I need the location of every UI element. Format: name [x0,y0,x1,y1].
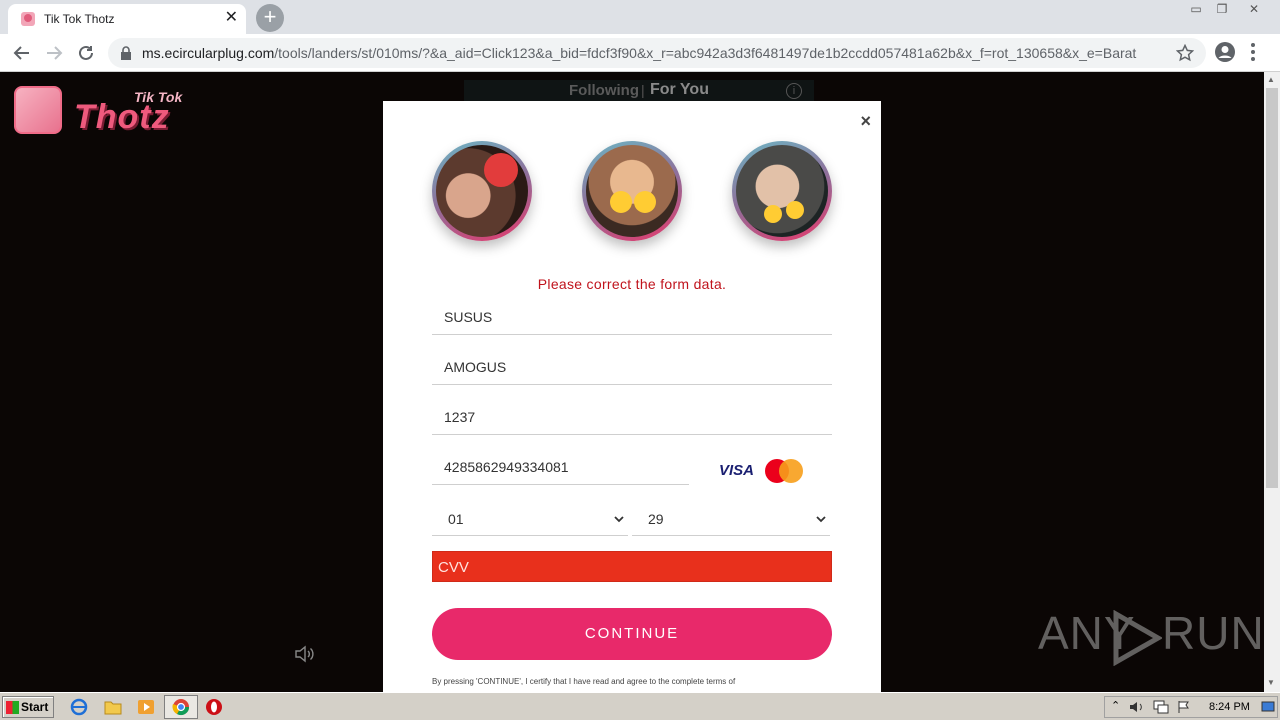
info-icon[interactable]: i [786,83,802,99]
network-icon[interactable] [1153,700,1169,714]
bookmark-star-icon[interactable] [1176,44,1194,62]
window-close-icon[interactable]: ✕ [1240,0,1268,18]
browser-tab[interactable]: Tik Tok Thotz ✕ [8,4,246,34]
chrome-icon [172,699,190,716]
opera-icon[interactable] [205,698,223,716]
reload-icon[interactable] [74,41,98,65]
profile-avatar-1 [432,141,532,241]
profile-avatar-2 [582,141,682,241]
speaker-icon[interactable] [294,644,316,664]
restore-icon[interactable]: ❐ [1208,0,1236,18]
form-error-message: Please correct the form data. [537,276,727,292]
page-scrollbar[interactable]: ▲ ▼ [1264,72,1280,692]
windows-taskbar: Start ⌃ 8:24 PM [0,692,1280,720]
terms-text: By pressing 'CONTINUE', I certify that I… [432,677,736,686]
tiktok-favicon-icon [21,12,35,26]
watermark-right: RUN [1162,607,1264,659]
zip-field[interactable]: 1237 [432,401,832,435]
start-label: Start [21,700,49,714]
logo-mascot [14,86,62,134]
profile-avatar-3 [732,141,832,241]
folder-icon[interactable] [104,698,122,716]
clock: 8:24 PM [1209,701,1250,713]
card-number-value: 4285862949334081 [444,459,569,475]
media-player-icon[interactable] [137,698,155,716]
profile-icon[interactable] [1214,41,1236,63]
visa-logo: VISA [719,462,755,479]
chevron-down-icon [816,516,826,523]
volume-icon[interactable] [1129,700,1145,714]
last-name-field[interactable]: AMOGUS [432,351,832,385]
forward-icon[interactable] [42,41,66,65]
feed-tabs: Following | For You i [464,80,814,102]
modal-close-icon[interactable]: × [860,111,871,132]
flag-icon[interactable] [1177,700,1191,714]
tab-separator: | [641,82,645,98]
tab-strip: Tik Tok Thotz ✕ + ▭ ❐ ✕ [0,0,1280,34]
scroll-up-icon[interactable]: ▲ [1267,75,1275,84]
scrollbar-thumb[interactable] [1266,88,1278,488]
card-number-field[interactable]: 4285862949334081 [432,451,689,485]
exp-month-select[interactable]: 01 [432,502,628,536]
zip-value: 1237 [444,409,476,425]
last-name-value: AMOGUS [444,359,507,375]
page-viewport: Tik Tok Thotz Following | For You i ANY … [0,72,1264,692]
first-name-value: SUSUS [444,309,493,325]
checkout-modal: × Please correct the form data. SUSUS AM… [383,101,881,692]
system-tray: ⌃ 8:24 PM [1104,696,1278,718]
exp-year-value: 29 [648,511,664,527]
continue-button[interactable]: CONTINUE [432,608,832,660]
site-logo[interactable]: Tik Tok Thotz [14,86,194,136]
play-triangle-icon [1113,610,1162,666]
show-desktop-icon[interactable] [1261,700,1275,714]
windows-flag-icon [6,701,19,714]
browser-toolbar: ms.ecircularplug.com/tools/landers/st/01… [0,34,1280,72]
cvv-placeholder: CVV [438,559,469,576]
minimize-icon[interactable]: ▭ [1182,0,1210,18]
start-button[interactable]: Start [2,696,54,718]
first-name-field[interactable]: SUSUS [432,301,832,335]
new-tab-button[interactable]: + [256,4,284,32]
tab-for-you[interactable]: For You [650,81,709,99]
exp-month-value: 01 [448,511,464,527]
exp-year-select[interactable]: 29 [632,502,830,536]
card-logos: VISA [719,457,809,485]
back-icon[interactable] [10,41,34,65]
ie-icon[interactable] [70,698,88,716]
cvv-input[interactable]: CVV [432,551,832,582]
chrome-taskbar-button[interactable] [164,695,198,719]
scroll-down-icon[interactable]: ▼ [1267,678,1275,687]
tab-following[interactable]: Following [569,82,639,99]
logo-big-text: Thotz [74,98,170,136]
tab-title: Tik Tok Thotz [44,12,115,26]
chevron-down-icon [614,516,624,523]
tab-close-icon[interactable]: ✕ [225,9,238,27]
tray-expand-icon[interactable]: ⌃ [1111,699,1120,712]
lock-icon [121,46,131,60]
menu-dots-icon[interactable] [1250,42,1256,62]
address-bar[interactable]: ms.ecircularplug.com/tools/landers/st/01… [108,38,1206,68]
url-text: ms.ecircularplug.com/tools/landers/st/01… [142,45,1137,61]
mastercard-logo-overlap [779,459,803,483]
